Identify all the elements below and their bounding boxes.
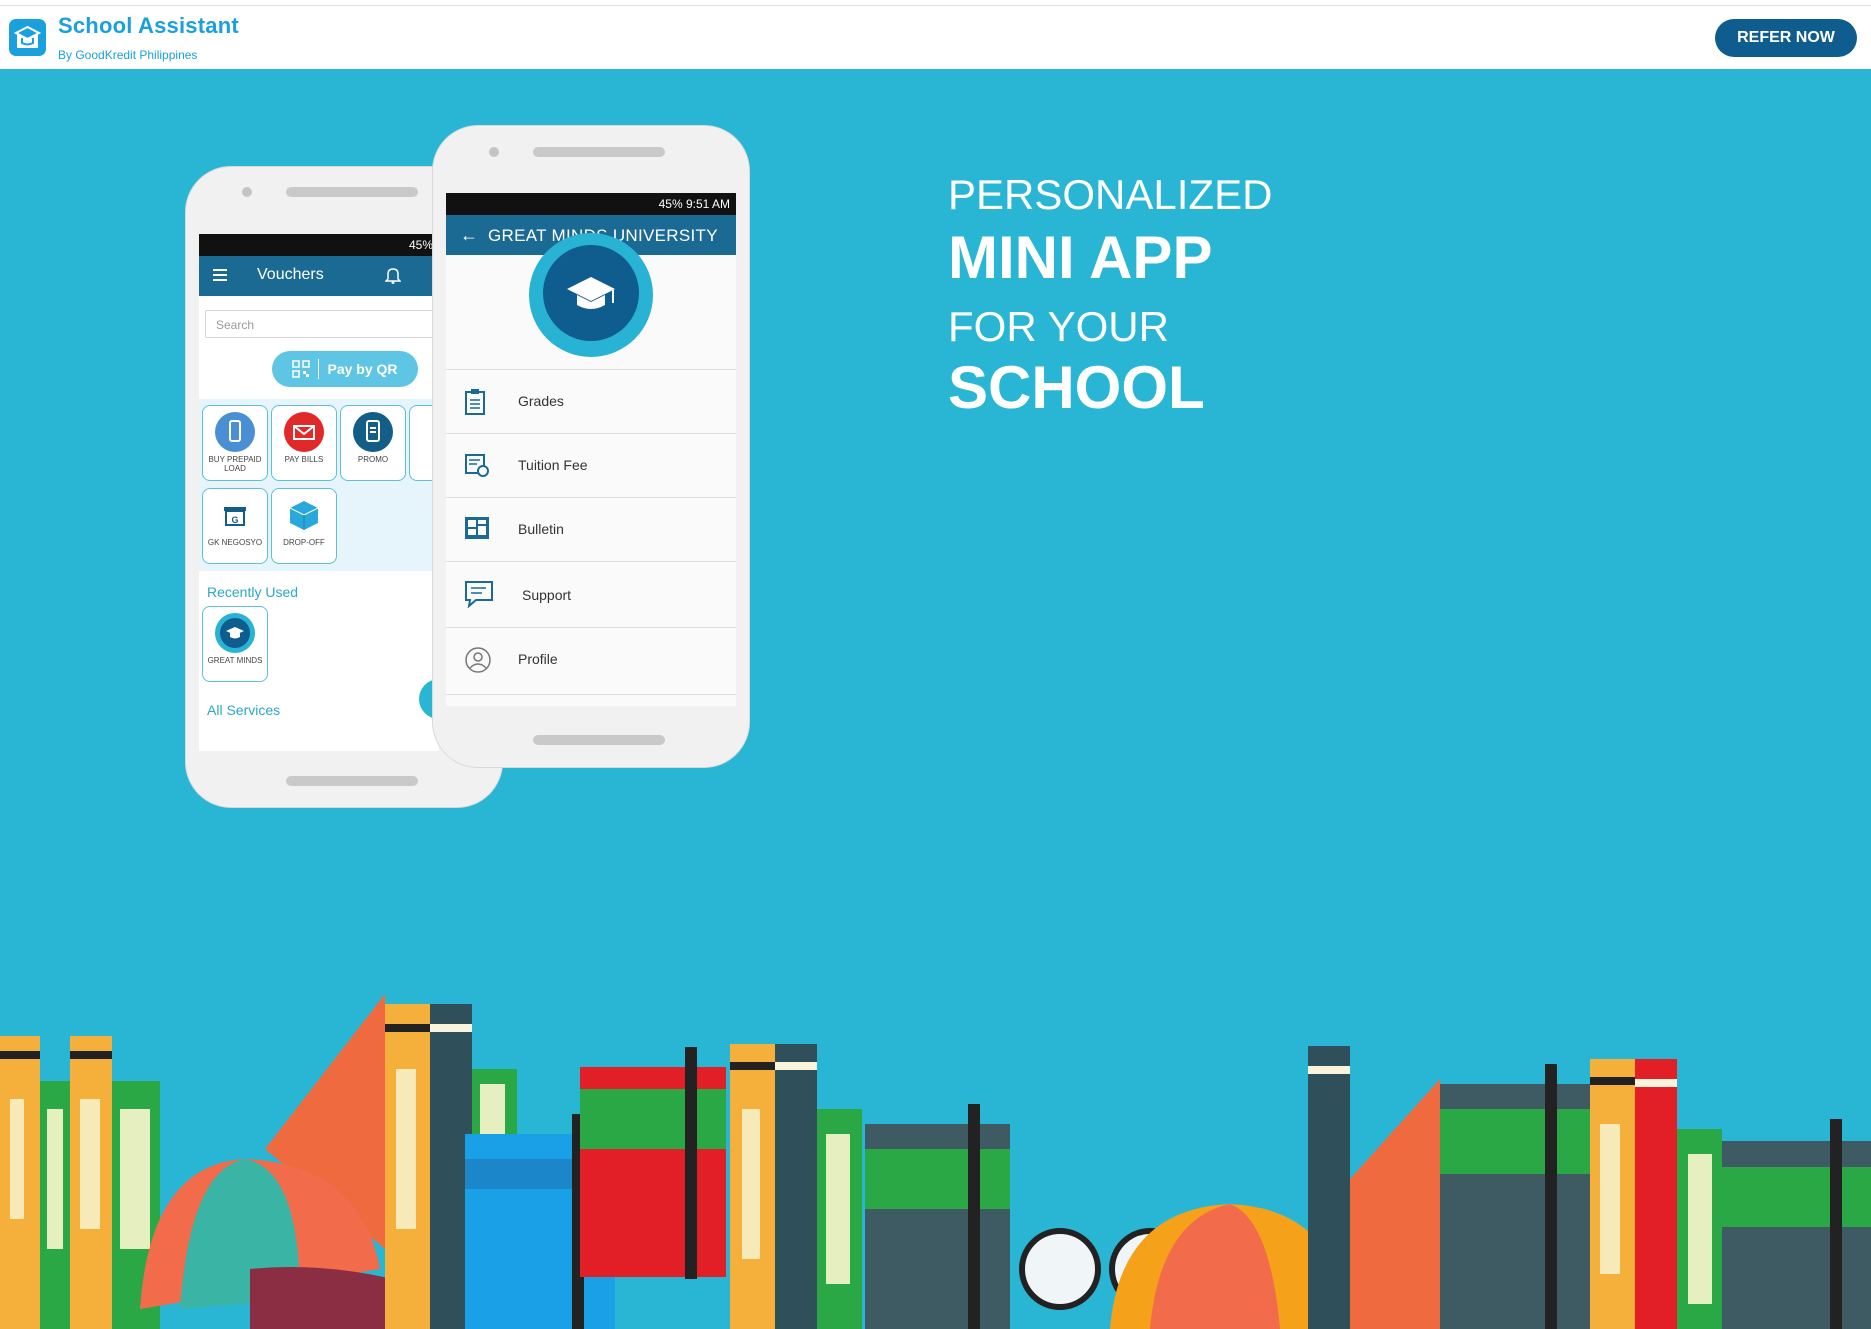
brand-title[interactable]: School Assistant <box>58 13 239 39</box>
graduation-cap-icon[interactable] <box>9 19 46 56</box>
brand-subtitle: By GoodKredit Philippines <box>58 48 198 62</box>
bookshelf-illustration <box>0 994 1871 1329</box>
refer-now-button[interactable]: REFER NOW <box>1715 19 1857 57</box>
top-bar: School Assistant By GoodKredit Philippin… <box>0 5 1871 70</box>
hero-section: PERSONALIZED MINI APP FOR YOUR SCHOOL 45… <box>0 69 1871 1329</box>
